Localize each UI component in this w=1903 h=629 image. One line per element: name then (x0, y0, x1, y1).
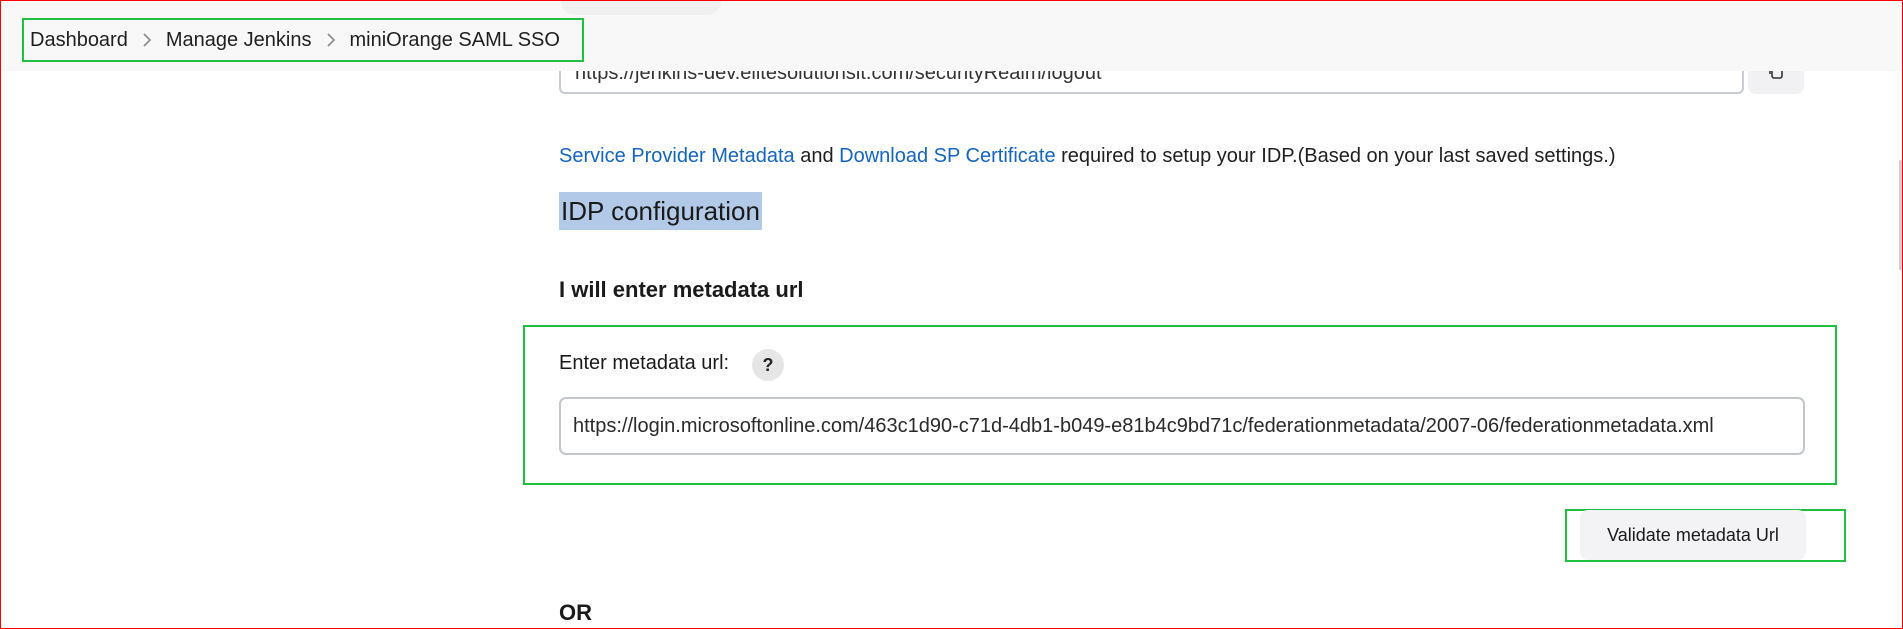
vertical-scrollbar[interactable] (1899, 160, 1902, 270)
sp-info-line: Service Provider Metadata and Download S… (559, 145, 1616, 168)
idp-configuration-heading: IDP configuration (559, 192, 762, 230)
metadata-url-subheading: I will enter metadata url (559, 277, 804, 302)
chevron-right-icon (312, 33, 350, 47)
metadata-url-label: Enter metadata url: (559, 352, 730, 374)
and-text: and (800, 145, 834, 167)
breadcrumb-miniorange-saml-sso[interactable]: miniOrange SAML SSO (350, 29, 560, 52)
breadcrumb: Dashboard Manage Jenkins miniOrange SAML… (22, 18, 584, 62)
download-sp-certificate-link[interactable]: Download SP Certificate (839, 145, 1055, 167)
service-provider-metadata-link[interactable]: Service Provider Metadata (559, 145, 795, 167)
help-icon[interactable]: ? (752, 349, 784, 381)
or-divider-text: OR (559, 600, 592, 625)
breadcrumb-dashboard[interactable]: Dashboard (30, 29, 128, 52)
breadcrumb-manage-jenkins[interactable]: Manage Jenkins (166, 29, 312, 52)
metadata-url-input[interactable] (559, 397, 1805, 455)
info-suffix: required to setup your IDP.(Based on you… (1061, 145, 1616, 167)
validate-metadata-url-button[interactable]: Validate metadata Url (1580, 510, 1806, 560)
chevron-right-icon (128, 33, 166, 47)
